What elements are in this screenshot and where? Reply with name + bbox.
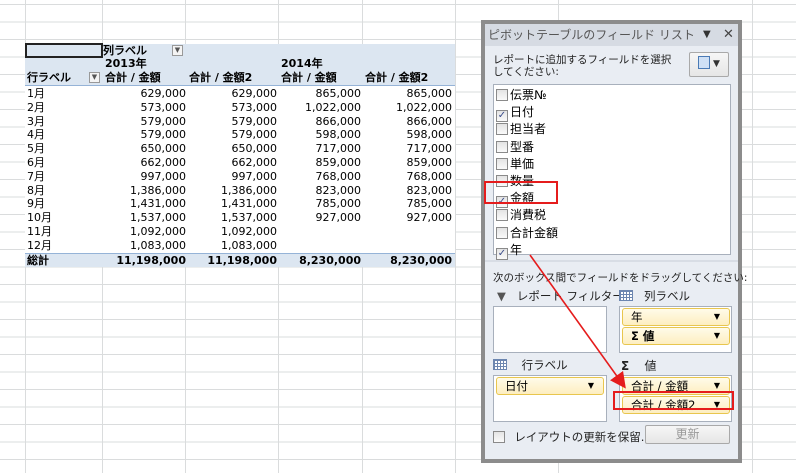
red-arrow (529, 254, 626, 389)
